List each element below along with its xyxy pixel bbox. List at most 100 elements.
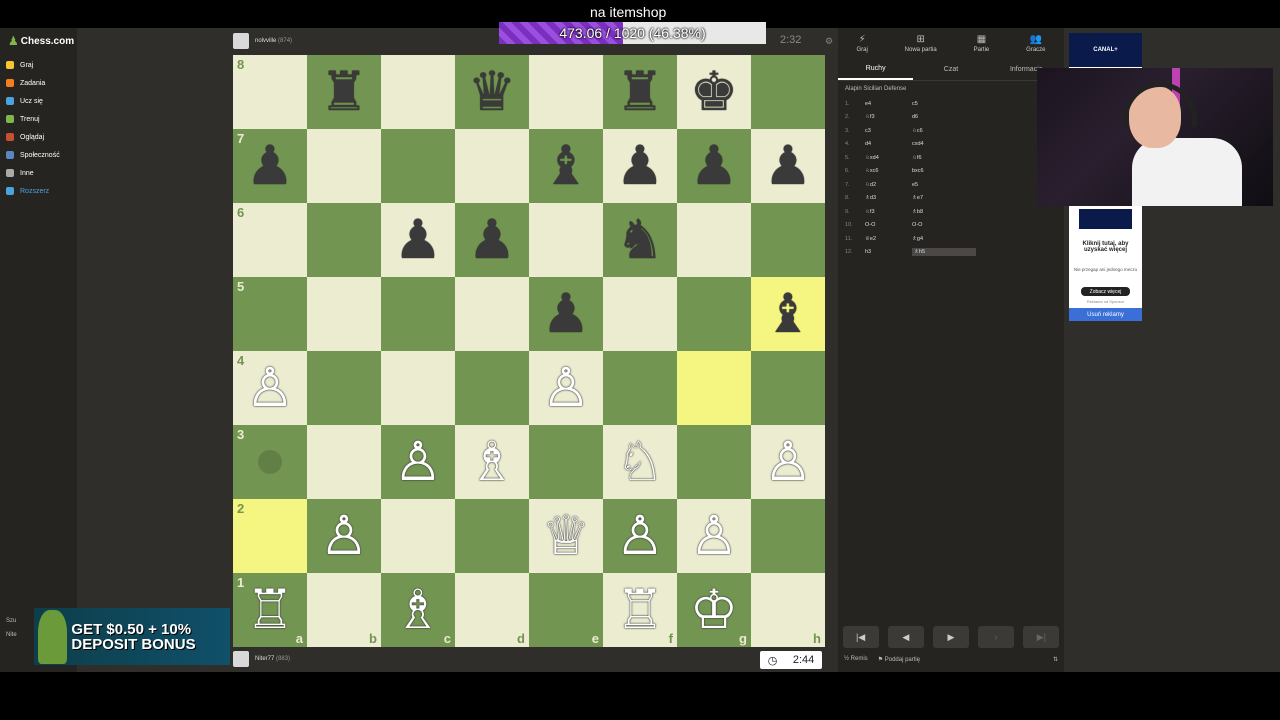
remove-ads-button[interactable]: Usuń reklamy: [1069, 308, 1142, 321]
square-c8[interactable]: [381, 55, 455, 129]
square-h3[interactable]: ♙: [751, 425, 825, 499]
square-d1[interactable]: d: [455, 573, 529, 647]
square-h2[interactable]: [751, 499, 825, 573]
user-label[interactable]: Nite: [6, 632, 17, 638]
square-g4[interactable]: [677, 351, 751, 425]
square-f2[interactable]: ♙: [603, 499, 677, 573]
square-c6[interactable]: ♟: [381, 203, 455, 277]
move-black[interactable]: ♘f6: [912, 155, 972, 161]
sidebar-item-4[interactable]: Oglądaj: [6, 128, 60, 146]
square-f6[interactable]: ♞: [603, 203, 677, 277]
square-g8[interactable]: ♚: [677, 55, 751, 129]
avatar[interactable]: [233, 33, 249, 49]
move-white[interactable]: ♘xc6: [865, 168, 912, 174]
white-piece[interactable]: ♙: [764, 435, 812, 489]
white-piece[interactable]: ♕: [542, 509, 590, 563]
move-black[interactable]: bxc6: [912, 168, 972, 174]
sidebar-item-3[interactable]: Trenuj: [6, 110, 60, 128]
white-piece[interactable]: ♔: [690, 583, 738, 637]
square-e3[interactable]: [529, 425, 603, 499]
square-e1[interactable]: e: [529, 573, 603, 647]
white-piece[interactable]: ♙: [690, 509, 738, 563]
square-g6[interactable]: [677, 203, 751, 277]
square-h6[interactable]: [751, 203, 825, 277]
square-g1[interactable]: ♔ g: [677, 573, 751, 647]
move-white[interactable]: O-O: [865, 222, 912, 228]
square-c2[interactable]: [381, 499, 455, 573]
white-piece[interactable]: ♙: [320, 509, 368, 563]
black-piece[interactable]: ♜: [320, 65, 368, 119]
square-b8[interactable]: ♜: [307, 55, 381, 129]
move-white[interactable]: ♗d3: [865, 195, 912, 201]
square-b4[interactable]: [307, 351, 381, 425]
panel-tab-3[interactable]: 👥 Gracze: [1026, 34, 1045, 53]
square-a2[interactable]: 2: [233, 499, 307, 573]
white-piece[interactable]: ♖: [246, 583, 294, 637]
white-piece[interactable]: ♗: [468, 435, 516, 489]
square-a3[interactable]: 3: [233, 425, 307, 499]
black-piece[interactable]: ♛: [468, 65, 516, 119]
prev-move-button[interactable]: ◀: [887, 626, 924, 648]
square-g3[interactable]: [677, 425, 751, 499]
square-f3[interactable]: ♘: [603, 425, 677, 499]
square-c1[interactable]: ♗ c: [381, 573, 455, 647]
move-white[interactable]: ♘f3: [865, 114, 912, 120]
square-a4[interactable]: ♙ 4: [233, 351, 307, 425]
square-h7[interactable]: ♟: [751, 129, 825, 203]
square-c3[interactable]: ♙: [381, 425, 455, 499]
panel-tab-1[interactable]: ⊞ Nowa partia: [905, 34, 937, 53]
white-piece[interactable]: ♙: [394, 435, 442, 489]
move-black[interactable]: ♘c6: [912, 128, 972, 134]
chess-board[interactable]: 8 ♜ ♛ ♜ ♚ ♟ 7 ♝ ♟ ♟ ♟ 6 ♟ ♟ ♞ 5 ♟ ♝ ♙ 4 ♙ 3 ♙ ♗ ♘ ♙ 2 ♙ ♕ ♙ ♙ ♖ 1 a b ♗ c d e ♖…: [233, 55, 825, 647]
black-piece[interactable]: ♟: [764, 139, 812, 193]
subtab-1[interactable]: Czat: [913, 58, 988, 80]
square-d2[interactable]: [455, 499, 529, 573]
first-move-button[interactable]: |◀: [842, 626, 879, 648]
last-move-button[interactable]: ▶|: [1023, 626, 1060, 648]
move-black[interactable]: O-O: [912, 222, 972, 228]
sidebar-item-7[interactable]: Rozszerz: [6, 182, 60, 200]
draw-button[interactable]: ½ Remis: [844, 656, 868, 663]
sidebar-item-1[interactable]: Zadania: [6, 74, 60, 92]
square-c5[interactable]: [381, 277, 455, 351]
white-piece[interactable]: ♙: [542, 361, 590, 415]
square-h4[interactable]: [751, 351, 825, 425]
square-d4[interactable]: [455, 351, 529, 425]
move-white[interactable]: ♘f3: [865, 209, 912, 215]
move-black[interactable]: ♗h5: [912, 248, 976, 257]
black-piece[interactable]: ♟: [542, 287, 590, 341]
square-b5[interactable]: [307, 277, 381, 351]
black-piece[interactable]: ♚: [690, 65, 738, 119]
ad-more-button[interactable]: Zobacz więcej: [1081, 287, 1130, 296]
white-piece[interactable]: ♙: [246, 361, 294, 415]
square-a5[interactable]: 5: [233, 277, 307, 351]
play-button[interactable]: ▶: [932, 626, 969, 648]
square-f5[interactable]: [603, 277, 677, 351]
top-player-name[interactable]: nolvville: [255, 38, 276, 44]
square-h8[interactable]: [751, 55, 825, 129]
square-f4[interactable]: [603, 351, 677, 425]
square-a7[interactable]: ♟ 7: [233, 129, 307, 203]
avatar[interactable]: [233, 651, 249, 667]
sidebar-item-6[interactable]: Inne: [6, 164, 60, 182]
black-piece[interactable]: ♜: [616, 65, 664, 119]
black-piece[interactable]: ♟: [468, 213, 516, 267]
white-piece[interactable]: ♗: [394, 583, 442, 637]
white-piece[interactable]: ♙: [616, 509, 664, 563]
square-e6[interactable]: [529, 203, 603, 277]
move-black[interactable]: ♗b8: [912, 209, 972, 215]
black-piece[interactable]: ♝: [764, 287, 812, 341]
move-black[interactable]: e5: [912, 182, 972, 188]
move-white[interactable]: ♘d2: [865, 182, 912, 188]
sidebar-item-5[interactable]: Społeczność: [6, 146, 60, 164]
square-b3[interactable]: [307, 425, 381, 499]
square-f1[interactable]: ♖ f: [603, 573, 677, 647]
move-white[interactable]: ♘xd4: [865, 155, 912, 161]
black-piece[interactable]: ♝: [542, 139, 590, 193]
panel-tab-2[interactable]: ▦ Partie: [974, 34, 990, 53]
chesscom-logo[interactable]: ♟ Chess.com: [8, 34, 74, 48]
settings-gear-icon[interactable]: ⚙: [825, 36, 833, 47]
black-piece[interactable]: ♟: [246, 139, 294, 193]
move-black[interactable]: cxd4: [912, 141, 972, 147]
move-black[interactable]: c5: [912, 101, 972, 107]
